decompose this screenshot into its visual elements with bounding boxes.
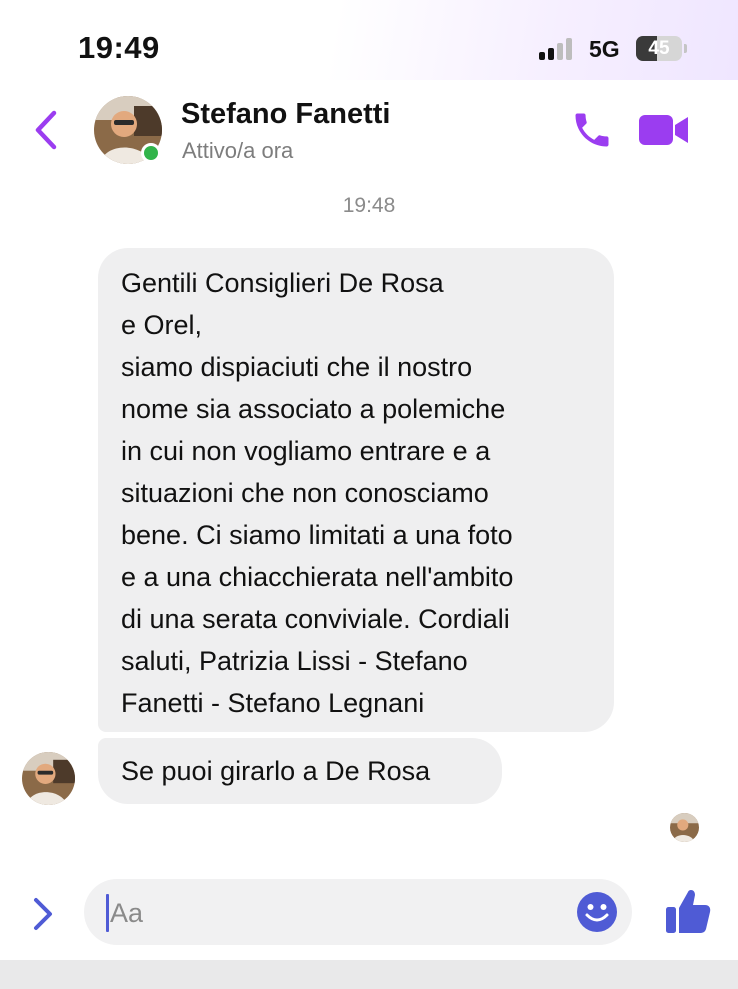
message-bubble[interactable]: Gentili Consiglieri De Rosa e Orel, siam…	[98, 248, 614, 732]
battery-tip	[684, 44, 687, 53]
expand-actions-button[interactable]	[28, 894, 58, 934]
status-time: 19:49	[78, 30, 160, 65]
sender-photo	[22, 752, 75, 805]
seen-receipt-avatar	[670, 813, 699, 842]
message-line: e a una chiacchierata nell'ambito	[121, 562, 514, 592]
voice-call-button[interactable]	[570, 108, 614, 152]
message-bubble[interactable]: Se puoi girarlo a De Rosa	[98, 738, 502, 804]
video-camera-icon	[639, 115, 688, 145]
message-line: in cui non vogliamo entrare e a	[121, 436, 491, 466]
message-line: saluti, Patrizia Lissi - Stefano	[121, 646, 468, 676]
message-line: e Orel,	[121, 310, 203, 340]
message-line: Se puoi girarlo a De Rosa	[121, 756, 431, 786]
smiley-icon	[577, 892, 617, 932]
bottom-bar	[0, 960, 738, 989]
message-line: Fanetti - Stefano Legnani	[121, 688, 425, 718]
message-line: di una serata conviviale. Cordiali	[121, 604, 510, 634]
battery-percent: 45	[648, 38, 670, 59]
video-call-button[interactable]	[638, 112, 690, 148]
back-button[interactable]	[30, 108, 64, 152]
chevron-right-icon	[34, 898, 52, 930]
contact-status: Attivo/a ora	[182, 138, 294, 163]
contact-name[interactable]: Stefano Fanetti	[181, 98, 390, 131]
cellular-signal-icon	[539, 38, 577, 60]
message-line: Gentili Consiglieri De Rosa	[121, 268, 444, 298]
message-line: situazioni che non conosciamo	[121, 478, 489, 508]
message-line: bene. Ci siamo limitati a una foto	[121, 520, 513, 550]
network-type: 5G	[589, 36, 620, 62]
message-input[interactable]	[110, 896, 550, 930]
chevron-left-icon	[35, 110, 57, 150]
emoji-button[interactable]	[576, 891, 618, 933]
message-timestamp: 19:48	[342, 194, 396, 217]
online-status-dot	[141, 143, 161, 163]
seen-photo	[670, 813, 699, 842]
message-line: nome sia associato a polemiche	[121, 394, 506, 424]
phone-icon	[575, 113, 609, 147]
text-caret	[106, 894, 109, 932]
thumbs-up-icon	[666, 890, 711, 933]
message-line: siamo dispiaciuti che il nostro	[121, 352, 473, 382]
battery-icon: 45	[636, 36, 682, 61]
sender-avatar[interactable]	[22, 752, 75, 805]
message-composer[interactable]	[84, 879, 632, 945]
like-button[interactable]	[664, 886, 712, 936]
